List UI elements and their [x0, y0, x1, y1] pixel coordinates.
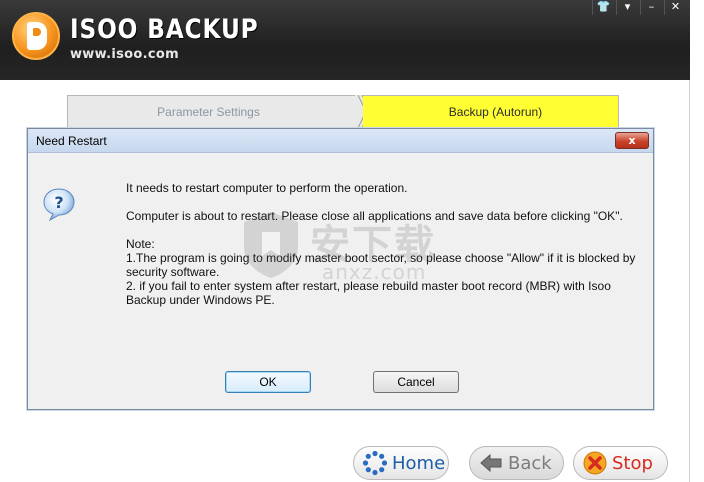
skin-icon[interactable]: 👕 — [592, 0, 614, 15]
dialog-titlebar: Need Restart x — [28, 129, 653, 153]
window-controls: 👕 ▾ – ✕ — [592, 0, 686, 16]
ok-button[interactable]: OK — [225, 371, 311, 393]
home-icon — [362, 450, 388, 476]
isoo-backup-window: ISOO BACKUP www.isoo.com 👕 ▾ – ✕ Paramet… — [0, 0, 690, 482]
home-label: Home — [392, 452, 446, 474]
stop-icon — [583, 451, 607, 475]
logo-title: ISOO BACKUP — [70, 14, 259, 45]
dialog-close-button[interactable]: x — [615, 132, 649, 149]
note-item-1: 1.The program is going to modify master … — [126, 251, 636, 279]
stop-label: Stop — [612, 452, 653, 474]
need-restart-dialog: Need Restart x ? It needs to restart com… — [27, 128, 654, 410]
close-icon[interactable]: ✕ — [664, 0, 686, 15]
message-line-2: Computer is about to restart. Please clo… — [126, 209, 623, 223]
stop-button[interactable]: Stop — [573, 446, 668, 480]
cancel-button[interactable]: Cancel — [373, 371, 459, 393]
message-line-1: It needs to restart computer to perform … — [126, 181, 408, 195]
tab-backup-autorun[interactable]: Backup (Autorun) — [363, 95, 619, 128]
question-icon: ? — [43, 188, 75, 221]
back-label: Back — [508, 452, 552, 474]
isoo-logo-icon — [12, 12, 60, 60]
logo-url: www.isoo.com — [70, 47, 179, 62]
app-header: ISOO BACKUP www.isoo.com 👕 ▾ – ✕ — [0, 0, 690, 80]
svg-text:?: ? — [54, 193, 63, 212]
note-heading: Note: — [126, 237, 155, 251]
dialog-message: It needs to restart computer to perform … — [126, 181, 646, 307]
menu-icon[interactable]: ▾ — [616, 0, 638, 15]
home-button[interactable]: Home — [353, 446, 449, 480]
step-tabs: Parameter Settings Backup (Autorun) — [67, 95, 619, 128]
note-item-2: 2. if you fail to enter system after res… — [126, 279, 611, 307]
tab-parameter-settings[interactable]: Parameter Settings — [67, 95, 359, 128]
back-arrow-icon — [480, 453, 502, 473]
dialog-title: Need Restart — [36, 134, 107, 148]
minimize-icon[interactable]: – — [640, 0, 662, 15]
back-button[interactable]: Back — [469, 446, 564, 480]
